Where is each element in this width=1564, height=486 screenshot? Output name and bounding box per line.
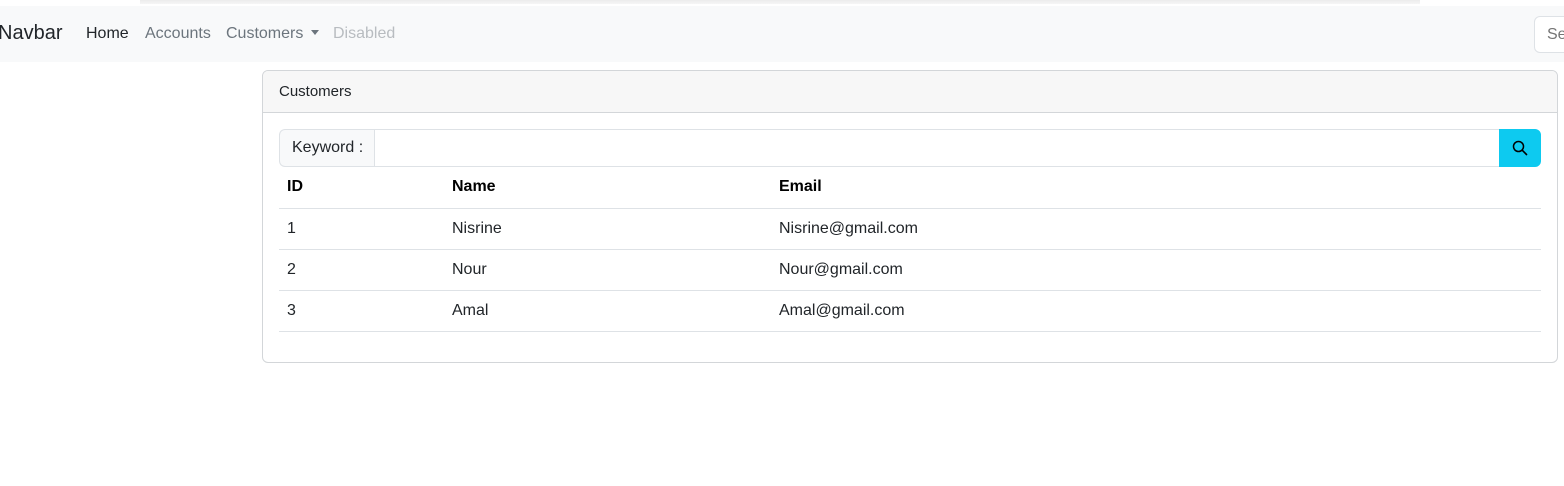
cell-name: Nisrine [444, 208, 771, 250]
chevron-down-icon [311, 30, 320, 35]
keyword-search-group: Keyword : [279, 129, 1541, 167]
search-icon [1512, 140, 1528, 156]
customers-card: Customers Keyword : ID Name Email 1 Nisr… [262, 70, 1558, 363]
column-header-name: Name [444, 167, 771, 209]
cell-email: Amal@gmail.com [771, 290, 1541, 332]
customers-table: ID Name Email 1 Nisrine Nisrine@gmail.co… [279, 167, 1541, 332]
cell-id: 1 [279, 208, 444, 250]
column-header-id: ID [279, 167, 444, 209]
navbar: Navbar Home Accounts Customers Disabled [0, 6, 1564, 62]
nav-link-home[interactable]: Home [86, 25, 129, 43]
cell-email: Nour@gmail.com [771, 249, 1541, 291]
cell-name: Nour [444, 249, 771, 291]
cell-id: 3 [279, 290, 444, 332]
card-title: Customers [263, 71, 1557, 113]
table-header-row: ID Name Email [279, 167, 1541, 209]
keyword-label: Keyword : [279, 129, 374, 167]
nav-link-disabled: Disabled [333, 25, 396, 42]
browser-top-edge [140, 0, 1420, 4]
table-row: 2 Nour Nour@gmail.com [279, 249, 1541, 291]
search-button[interactable] [1499, 129, 1541, 167]
cell-id: 2 [279, 249, 444, 291]
nav-link-customers-label: Customers [226, 25, 304, 42]
navbar-search-input[interactable] [1534, 16, 1564, 53]
cell-name: Amal [444, 290, 771, 332]
table-row: 1 Nisrine Nisrine@gmail.com [279, 208, 1541, 250]
navbar-brand[interactable]: Navbar [0, 22, 62, 45]
nav-link-accounts[interactable]: Accounts [145, 25, 211, 43]
column-header-email: Email [771, 167, 1541, 209]
nav-dropdown-customers[interactable]: Customers [226, 25, 320, 43]
keyword-input[interactable] [374, 129, 1499, 167]
cell-email: Nisrine@gmail.com [771, 208, 1541, 250]
table-row: 3 Amal Amal@gmail.com [279, 290, 1541, 332]
